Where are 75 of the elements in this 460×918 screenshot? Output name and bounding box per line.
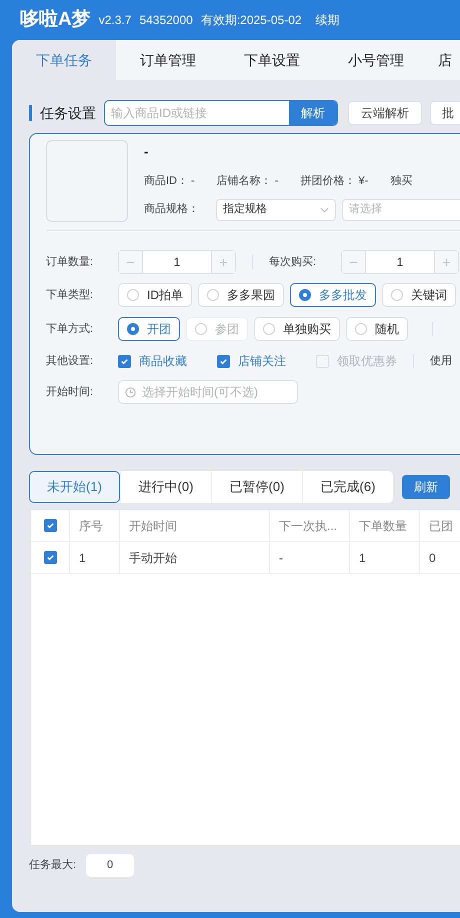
column-header: 已团: [420, 510, 460, 541]
number-value: 1: [172, 254, 182, 271]
nav-tab[interactable]: 订单管理: [116, 40, 220, 80]
nav-tab[interactable]: 下单设置: [220, 40, 324, 80]
status-tab[interactable]: 进行中(0): [120, 471, 211, 503]
product-info: 拼团价格： ¥-: [300, 174, 368, 189]
checkbox[interactable]: [44, 551, 56, 564]
checkbox[interactable]: [217, 354, 230, 368]
column-header: 序号: [70, 510, 120, 541]
product-info: 店铺名称： -: [216, 174, 278, 189]
plus-button[interactable]: [211, 251, 235, 273]
parse-button[interactable]: 解析: [289, 101, 337, 125]
table-cell: -: [270, 542, 350, 573]
field-label: 每次购买:: [269, 254, 318, 270]
search-input[interactable]: 输入商品ID或链接: [105, 101, 289, 125]
check-icon: [46, 553, 54, 562]
clock-icon: [125, 386, 136, 398]
product-info: 独买: [390, 174, 412, 189]
radio-option[interactable]: ID拍单: [118, 283, 192, 307]
radio-option[interactable]: 关键词: [382, 283, 456, 307]
batch-button[interactable]: 批: [430, 101, 460, 125]
checkbox-label[interactable]: 商品收藏: [139, 352, 187, 370]
table-cell: 0: [420, 542, 460, 573]
app-title: 哆啦A梦: [20, 8, 91, 32]
minus-button[interactable]: [342, 251, 366, 273]
account-text: 54352000: [139, 12, 193, 29]
field-label: 开始时间:: [46, 384, 94, 400]
product-info: 商品ID： -: [144, 174, 195, 189]
spec-label: 商品规格：: [144, 202, 200, 218]
checkbox[interactable]: [118, 354, 131, 368]
number-stepper[interactable]: 1: [341, 250, 459, 274]
field-label: 订单数量:: [46, 254, 94, 270]
nav-tab[interactable]: 小号管理: [324, 40, 428, 80]
expiry-text: 有效期:2025-05-02: [200, 12, 302, 29]
number-stepper[interactable]: 1: [118, 250, 236, 274]
minus-button[interactable]: [119, 251, 143, 273]
max-task-field[interactable]: 0: [86, 854, 134, 877]
radio-option[interactable]: 多多果园: [198, 283, 284, 307]
column-header: 下单数量: [350, 510, 420, 541]
field-label: 使用: [430, 354, 452, 369]
column-header: 开始时间: [120, 510, 270, 541]
refresh-button[interactable]: 刷新: [402, 475, 450, 499]
checkbox[interactable]: [44, 519, 56, 532]
product-search-field[interactable]: 输入商品ID或链接 解析: [104, 100, 338, 126]
section-title: 任务设置: [29, 105, 96, 121]
field-label: 下单方式:: [46, 322, 94, 337]
check-icon: [46, 521, 54, 530]
renew-link[interactable]: 续期: [316, 11, 340, 29]
check-icon: [120, 356, 129, 366]
table-cell: 1: [350, 542, 420, 573]
number-value: 1: [396, 254, 404, 271]
status-tab[interactable]: 未开始(1): [29, 471, 120, 503]
cloud-parse-button[interactable]: 云端解析: [348, 101, 422, 125]
plus-icon: [442, 258, 451, 266]
table-cell: 手动开始: [120, 542, 270, 573]
nav-tab[interactable]: 店: [428, 40, 460, 80]
plus-icon: [219, 258, 228, 266]
field-label: 任务最大:: [29, 858, 76, 874]
radio-option[interactable]: 多多批发: [290, 283, 376, 307]
status-tab[interactable]: 已完成(6): [302, 471, 393, 503]
check-icon: [219, 356, 228, 366]
radio-option[interactable]: 单独购买: [254, 317, 340, 341]
field-label: 其他设置:: [46, 354, 94, 369]
column-header: 下一次执...: [270, 510, 350, 541]
spec-select[interactable]: 指定规格: [216, 198, 336, 220]
plus-button[interactable]: [434, 251, 458, 273]
table-cell: 1: [70, 542, 120, 573]
status-tab[interactable]: 已暂停(0): [211, 471, 302, 503]
version-text: v2.3.7: [98, 12, 132, 29]
chevron-down-icon: [320, 206, 329, 212]
radio-option[interactable]: 开团: [118, 317, 180, 341]
radio-option[interactable]: 随机: [346, 317, 408, 341]
checkbox-label[interactable]: 店铺关注: [238, 352, 286, 370]
field-label: 下单类型:: [46, 288, 94, 303]
product-name: -: [144, 143, 150, 161]
